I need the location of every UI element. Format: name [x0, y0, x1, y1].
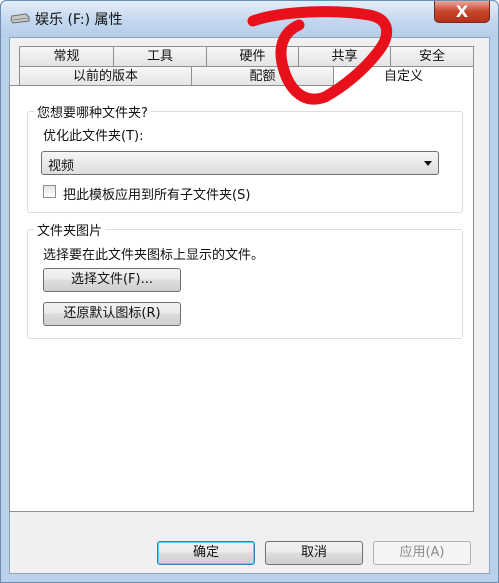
dropdown-arrow-icon	[424, 161, 432, 166]
close-button[interactable]: X	[434, 1, 490, 23]
optimize-label: 优化此文件夹(T):	[43, 129, 144, 144]
tab-hardware[interactable]: 硬件	[206, 46, 299, 67]
tab-customize[interactable]: 自定义	[333, 66, 474, 89]
apply-subfolders-label[interactable]: 把此模板应用到所有子文件夹(S)	[63, 184, 250, 203]
title-bar[interactable]: 娱乐 (F:) 属性 X	[1, 1, 498, 37]
apply-button[interactable]: 应用(A)	[373, 541, 471, 565]
folder-type-group-title: 您想要哪种文件夹?	[34, 102, 151, 121]
folder-type-select[interactable]: 视频	[41, 151, 439, 175]
drive-icon	[10, 13, 30, 24]
tab-security[interactable]: 安全	[390, 46, 474, 67]
tab-tools[interactable]: 工具	[113, 46, 207, 67]
restore-default-icon-button[interactable]: 还原默认图标(R)	[43, 302, 181, 326]
tab-sharing[interactable]: 共享	[298, 46, 391, 67]
cancel-button[interactable]: 取消	[265, 541, 363, 565]
properties-window: 娱乐 (F:) 属性 X 常规 工具 硬件 共享 安全 以前的版本 配额 自定义…	[0, 0, 499, 583]
folder-picture-group-title: 文件夹图片	[34, 220, 106, 239]
tab-quota[interactable]: 配额	[191, 66, 334, 87]
ok-button[interactable]: 确定	[157, 541, 255, 565]
tab-previous-versions[interactable]: 以前的版本	[19, 66, 192, 87]
window-title: 娱乐 (F:) 属性	[35, 12, 123, 28]
apply-subfolders-checkbox[interactable]	[43, 185, 56, 198]
folder-picture-description: 选择要在此文件夹图标上显示的文件。	[43, 248, 265, 263]
close-icon: X	[455, 2, 469, 21]
folder-type-value: 视频	[48, 159, 75, 174]
choose-file-button[interactable]: 选择文件(F)...	[43, 268, 181, 292]
tab-general[interactable]: 常规	[19, 46, 114, 67]
